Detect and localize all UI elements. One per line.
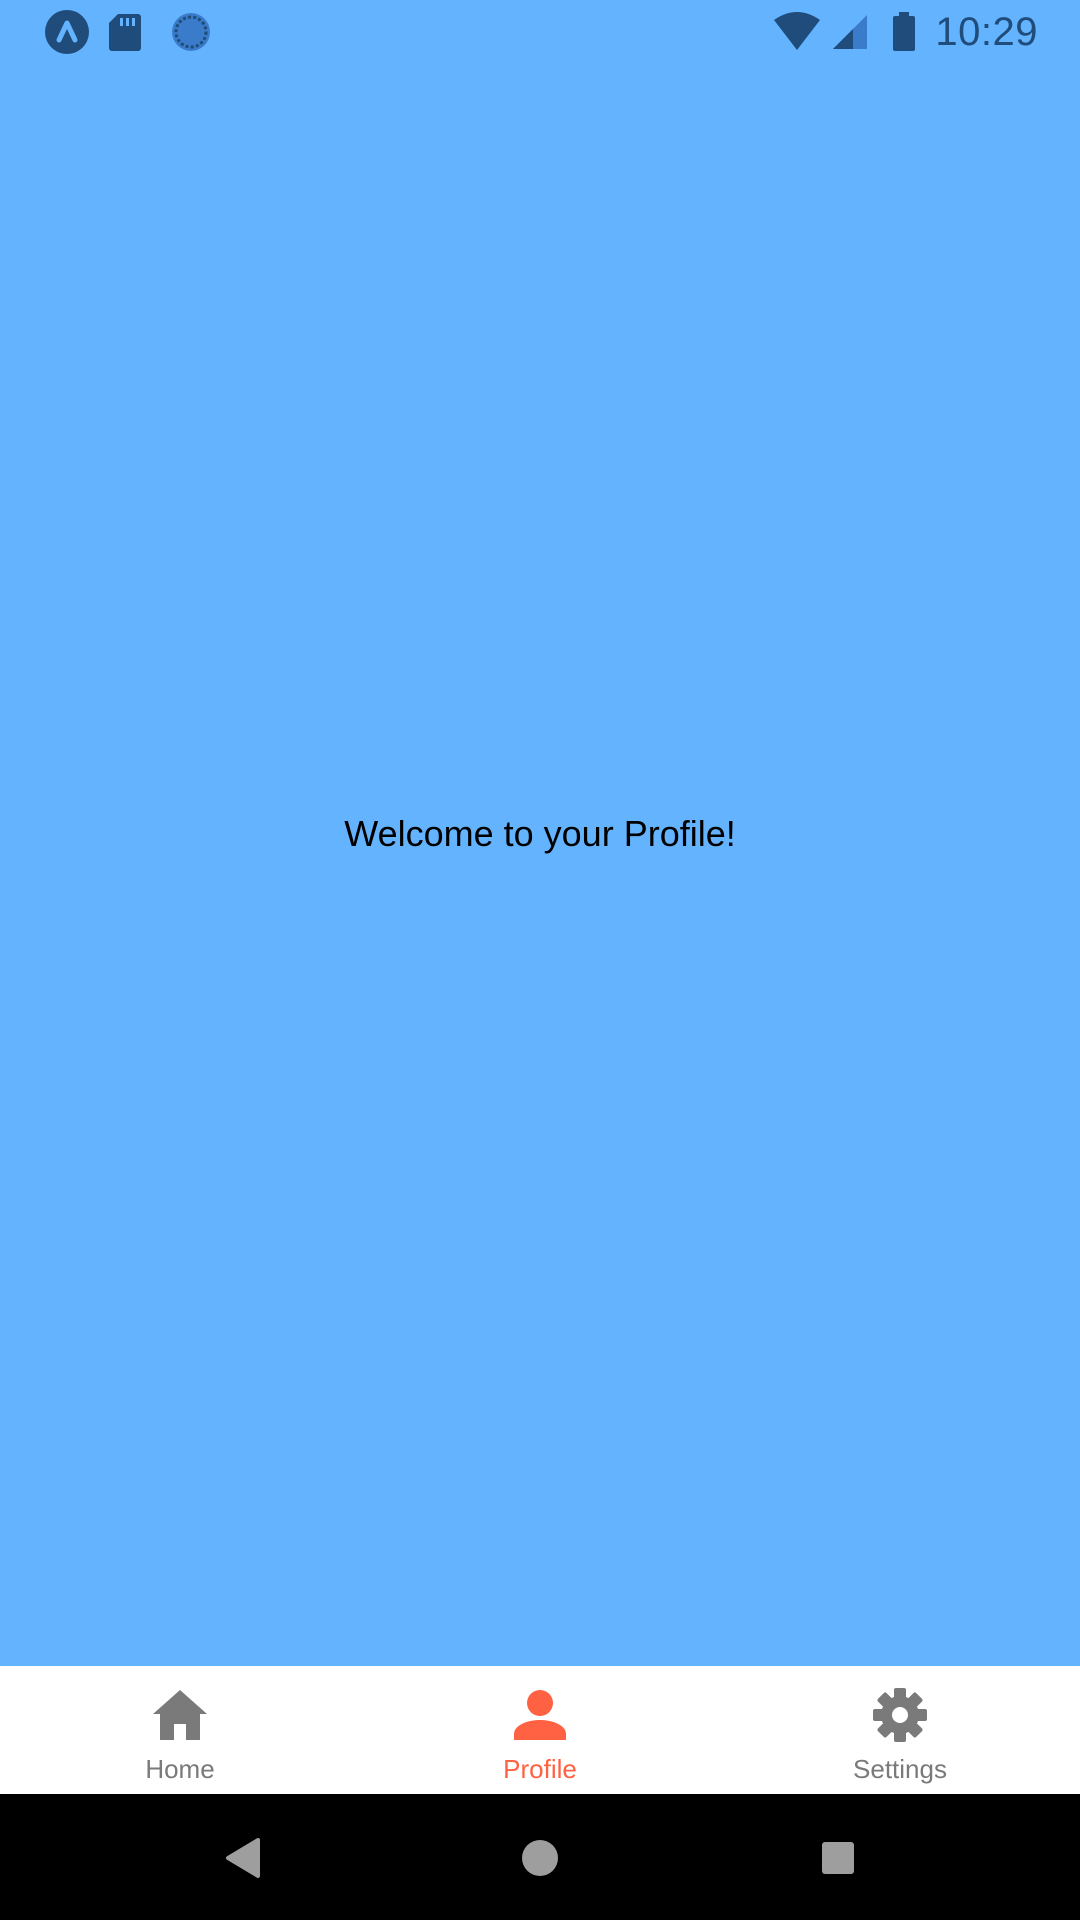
status-bar: 10:29 xyxy=(0,0,1080,64)
welcome-text: Welcome to your Profile! xyxy=(344,813,736,854)
status-time: 10:29 xyxy=(935,9,1038,54)
cell-signal-icon xyxy=(833,15,868,49)
status-left-icons xyxy=(44,9,212,55)
profile-screen: 10:29 Welcome to your Profile! Home Prof… xyxy=(0,0,1080,1920)
status-right-icons: 10:29 xyxy=(773,8,1038,56)
main-content: Welcome to your Profile! xyxy=(0,64,1080,1666)
tab-profile-label: Profile xyxy=(503,1754,577,1784)
app-a-icon xyxy=(45,10,89,54)
tab-settings[interactable]: Settings xyxy=(720,1666,1080,1794)
home-icon xyxy=(153,1690,207,1740)
tab-home[interactable]: Home xyxy=(0,1666,360,1794)
gear-icon xyxy=(873,1688,927,1742)
back-icon xyxy=(226,1838,260,1878)
nav-recents-button[interactable] xyxy=(808,1828,868,1888)
nav-back-button[interactable] xyxy=(212,1828,272,1888)
sync-icon xyxy=(172,13,210,51)
nav-home-button[interactable] xyxy=(510,1828,570,1888)
battery-icon xyxy=(893,12,916,51)
person-icon xyxy=(514,1690,566,1740)
home-circle-icon xyxy=(522,1840,558,1876)
recents-icon xyxy=(822,1842,854,1874)
wifi-icon xyxy=(774,12,821,50)
tab-home-label: Home xyxy=(145,1754,215,1784)
tab-profile[interactable]: Profile xyxy=(360,1666,720,1794)
system-nav-bar xyxy=(0,1794,1080,1920)
tab-settings-label: Settings xyxy=(853,1754,947,1784)
bottom-tab-bar: Home Profile Settings xyxy=(0,1666,1080,1794)
sd-card-icon xyxy=(109,14,141,51)
